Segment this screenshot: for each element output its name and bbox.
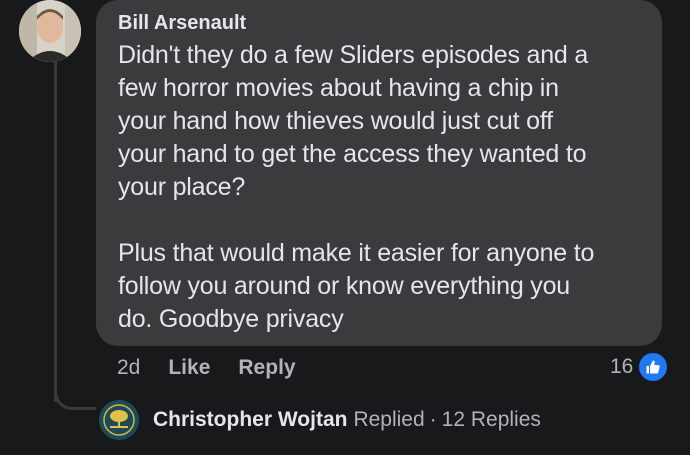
comment-text: Didn't they do a few Sliders episodes an…	[118, 41, 595, 333]
profile-photo-icon	[19, 0, 81, 62]
comment-thread: Bill Arsenault Didn't they do a few Slid…	[0, 0, 690, 455]
like-button[interactable]: Like	[168, 356, 210, 380]
avatar[interactable]	[19, 0, 81, 62]
reaction-summary[interactable]: 16	[610, 350, 670, 384]
thread-connector-line	[54, 62, 57, 402]
tree-logo-icon	[99, 400, 139, 440]
reply-button[interactable]: Reply	[238, 356, 295, 380]
reply-author-avatar	[99, 400, 139, 440]
replied-label: Replied	[353, 408, 425, 431]
reply-count: 12 Replies	[441, 408, 541, 431]
reply-author-name: Christopher Wojtan	[153, 408, 348, 431]
comment-author[interactable]: Bill Arsenault	[118, 10, 642, 36]
comment-actions: 2d Like Reply	[117, 352, 296, 384]
thumbs-up-icon	[637, 351, 670, 383]
thread-connector-curve	[54, 380, 96, 410]
reaction-count: 16	[610, 355, 634, 378]
comment-timestamp[interactable]: 2d	[117, 356, 140, 380]
view-replies-link[interactable]: Christopher Wojtan Replied · 12 Replies	[99, 399, 541, 441]
comment-bubble: Bill Arsenault Didn't they do a few Slid…	[96, 0, 662, 346]
separator-dot: ·	[429, 408, 437, 431]
